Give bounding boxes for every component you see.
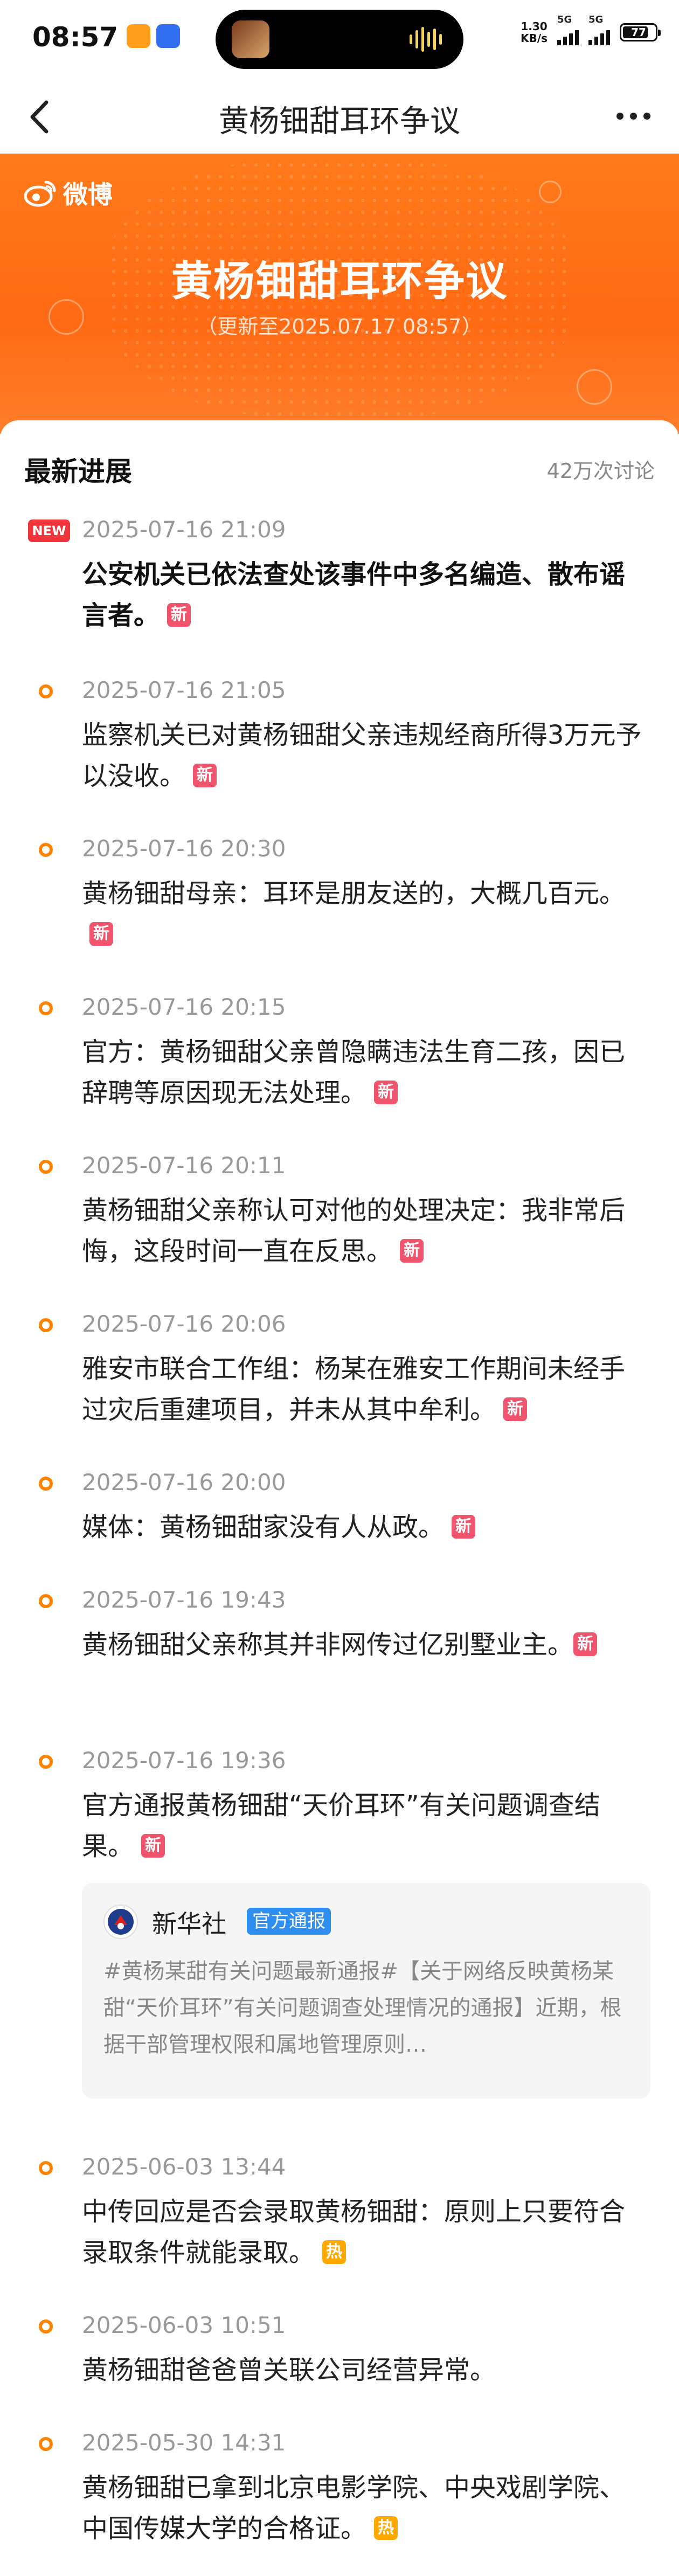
new-tag: 新: [573, 1632, 598, 1656]
quote-source-name: 新华社: [152, 1909, 226, 1938]
app-notification-icon-2: [156, 24, 180, 48]
banner-update-time: （更新至2025.07.17 08:57）: [197, 315, 482, 338]
timeline-text-body: 黄杨钿甜父亲称其并非网传过亿别墅业主。: [82, 1630, 574, 1660]
more-dot-icon: [629, 112, 637, 120]
status-time: 08:57: [32, 22, 119, 53]
dynamic-island[interactable]: [216, 10, 463, 69]
timeline-dot-icon: [39, 2319, 53, 2333]
new-tag: 新: [374, 1081, 398, 1104]
new-tag: 新: [400, 1239, 424, 1263]
timeline-text-body: 黄杨钿甜母亲：耳环是朋友送的，大概几百元。: [82, 878, 626, 909]
timeline-text-body: 媒体：黄杨钿甜家没有人从政。: [82, 1512, 445, 1542]
timeline-dot-icon: [39, 1001, 53, 1015]
audio-wave-icon: [410, 27, 442, 52]
timeline-time: 2025-07-16 20:30: [82, 835, 286, 862]
weibo-eye-icon: [24, 181, 56, 207]
decor-ring: [539, 181, 562, 203]
timeline-dot-icon: [39, 2161, 53, 2175]
more-dot-icon: [616, 112, 623, 120]
timeline-time: 2025-07-16 20:15: [82, 994, 286, 1020]
timeline-time: 2025-06-03 10:51: [82, 2312, 286, 2338]
net-speed: 1.30 KB/s: [521, 20, 548, 44]
timeline-time: 2025-06-03 13:44: [82, 2153, 286, 2180]
timeline-dot-icon: [39, 1160, 53, 1174]
timeline-text: 官方：黄杨钿甜父亲曾隐瞒违法生育二孩，因已辞聘等原因现无法处理。新: [82, 1031, 648, 1113]
timeline-text: 公安机关已依法查处该事件中多名编造、散布谣言者。新: [82, 554, 648, 636]
timeline-time: 2025-07-16 20:00: [82, 1469, 286, 1495]
progress-card: 最新进展 42万次讨论 NEW 2025-07-16 21:09 公安机关已依法…: [0, 420, 679, 2576]
timeline-text-body: 黄杨钿甜已拿到北京电影学院、中央戏剧学院、中国传媒大学的合格证。: [82, 2473, 626, 2544]
hot-tag: 热: [322, 2240, 347, 2264]
signal-label: 5G: [557, 14, 572, 25]
card-header: 最新进展 42万次讨论: [24, 450, 655, 488]
timeline-text: 黄杨钿甜母亲：耳环是朋友送的，大概几百元。新: [82, 873, 648, 955]
timeline-text: 雅安市联合工作组：杨某在雅安工作期间未经手过灾后重建项目，并未从其中牟利。新: [82, 1348, 648, 1430]
new-badge: NEW: [28, 520, 70, 542]
timeline-text-body: 雅安市联合工作组：杨某在雅安工作期间未经手过灾后重建项目，并未从其中牟利。: [82, 1354, 626, 1425]
timeline-dot-icon: [39, 684, 53, 698]
timeline-text: 官方通报黄杨钿甜“天价耳环”有关问题调查结果。新: [82, 1785, 648, 1867]
timeline-time: 2025-07-16 20:11: [82, 1152, 286, 1179]
net-speed-unit: KB/s: [521, 32, 548, 45]
quote-body: #黄杨某甜有关问题最新通报#【关于网络反映黄杨某甜“天价耳环”有关问题调查处理情…: [103, 1959, 622, 2057]
signal-icon: 5G: [557, 14, 579, 45]
new-tag: 新: [452, 1515, 476, 1539]
timeline-text: 中传回应是否会录取黄杨钿甜：原则上只要符合录取条件就能录取。热: [82, 2191, 648, 2273]
timeline-text: 黄杨钿甜父亲称认可对他的处理决定：我非常后悔，这段时间一直在反思。新: [82, 1190, 648, 1272]
timeline-text-body: 公安机关已依法查处该事件中多名编造、散布谣言者。: [82, 559, 626, 631]
timeline-time: 2025-05-30 14:31: [82, 2429, 286, 2456]
timeline-text-body: 监察机关已对黄杨钿甜父亲违规经商所得3万元予以没收。: [82, 720, 642, 791]
new-tag: 新: [503, 1397, 528, 1421]
signal-label-2: 5G: [588, 14, 604, 25]
timeline-time: 2025-07-16 19:43: [82, 1587, 286, 1613]
status-bar: 08:57 1.30 KB/s 5G 5G 77: [0, 0, 679, 81]
weibo-brand-label: 微博: [63, 180, 113, 209]
xinhua-avatar: [103, 1905, 138, 1939]
timeline-time: 2025-07-16 21:09: [82, 516, 286, 543]
page-title: 黄杨钿甜耳环争议: [219, 104, 460, 139]
quoted-post-card[interactable]: 新华社 官方通报 #黄杨某甜有关问题最新通报#【关于网络反映黄杨某甜“天价耳环”…: [82, 1883, 650, 2099]
topic-banner: 微博 黄杨钿甜耳环争议 （更新至2025.07.17 08:57）: [0, 154, 679, 434]
timeline-text-body: 黄杨钿甜父亲称认可对他的处理决定：我非常后悔，这段时间一直在反思。: [82, 1195, 626, 1266]
timeline-dot-icon: [39, 1594, 53, 1608]
battery-level: 77: [631, 26, 646, 39]
official-badge: 官方通报: [247, 1908, 331, 1935]
net-speed-value: 1.30: [521, 20, 548, 33]
timeline-dot-icon: [39, 843, 53, 857]
banner-title: 黄杨钿甜耳环争议: [171, 257, 508, 305]
timeline-dot-icon: [39, 1318, 53, 1332]
weibo-logo: 微博: [24, 175, 113, 211]
timeline-dot-icon: [39, 1477, 53, 1491]
section-title: 最新进展: [24, 456, 132, 487]
battery-icon: 77: [620, 23, 661, 41]
timeline-time: 2025-07-16 20:06: [82, 1311, 286, 1337]
music-cover-icon: [232, 20, 269, 58]
timeline-time: 2025-07-16 19:36: [82, 1747, 286, 1774]
xinhua-logo-icon: [108, 1909, 134, 1935]
timeline-text: 黄杨钿甜父亲称其并非网传过亿别墅业主。新: [82, 1624, 648, 1665]
hot-tag: 热: [374, 2516, 398, 2540]
more-button[interactable]: [609, 97, 657, 135]
signal-icon-2: 5G: [588, 14, 610, 45]
timeline-text: 黄杨钿甜已拿到北京电影学院、中央戏剧学院、中国传媒大学的合格证。热: [82, 2467, 648, 2549]
decor-ring: [577, 369, 612, 405]
timeline-dot-icon: [39, 1755, 53, 1769]
timeline-time: 2025-07-16 21:05: [82, 677, 286, 703]
timeline-text-body: 黄杨钿甜爸爸曾关联公司经营异常。: [82, 2355, 496, 2385]
timeline-text-body: 中传回应是否会录取黄杨钿甜：原则上只要符合录取条件就能录取。: [82, 2197, 626, 2268]
new-tag: 新: [141, 1834, 165, 1858]
timeline-text: 监察机关已对黄杨钿甜父亲违规经商所得3万元予以没收。新: [82, 715, 648, 797]
timeline-text: 黄杨钿甜爸爸曾关联公司经营异常。: [82, 2350, 648, 2391]
new-tag: 新: [89, 922, 113, 946]
nav-bar: 黄杨钿甜耳环争议: [0, 81, 679, 154]
new-tag: 新: [167, 603, 191, 627]
new-tag: 新: [193, 764, 217, 787]
more-dot-icon: [643, 112, 650, 120]
timeline-text: 媒体：黄杨钿甜家没有人从政。新: [82, 1507, 648, 1548]
discussion-count[interactable]: 42万次讨论: [547, 454, 655, 484]
app-notification-icon: [127, 24, 150, 48]
timeline-dot-icon: [39, 2437, 53, 2451]
timeline-text-body: 官方：黄杨钿甜父亲曾隐瞒违法生育二孩，因已辞聘等原因现无法处理。: [82, 1037, 626, 1108]
